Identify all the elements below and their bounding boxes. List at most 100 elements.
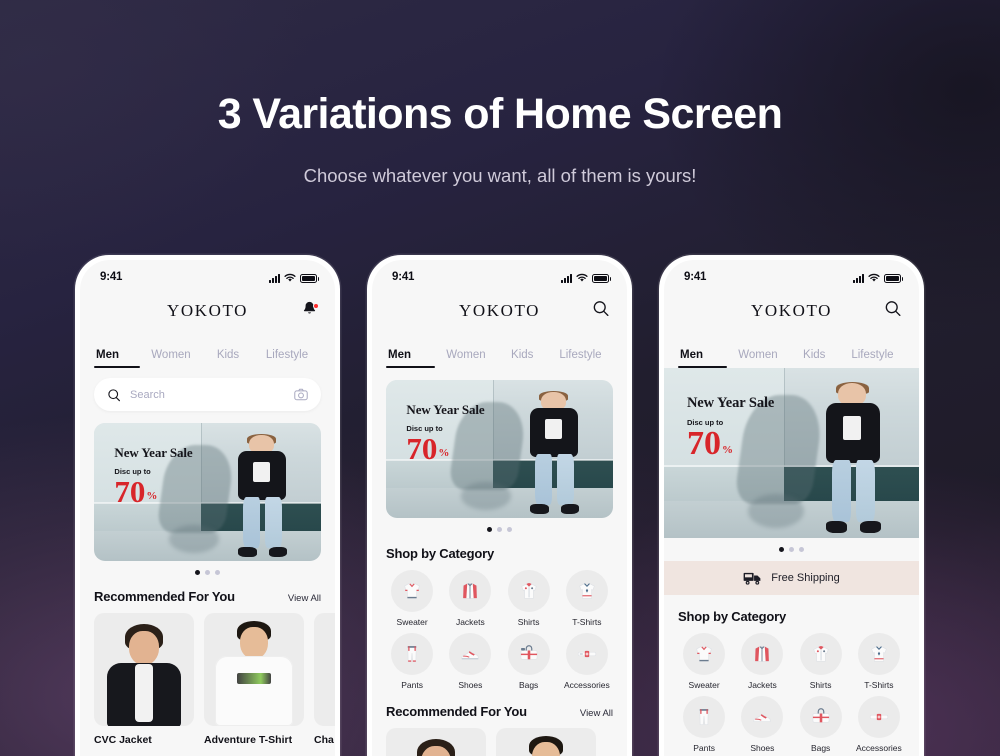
banner-text: New Year Sale Disc up to 70 % xyxy=(114,445,192,507)
promo-banner[interactable]: New Year Sale Disc up to 70 % xyxy=(94,423,321,561)
product-card[interactable]: CVC Jacket xyxy=(94,613,194,746)
product-image xyxy=(496,728,596,756)
status-icons xyxy=(561,272,611,283)
status-bar: 9:41 xyxy=(664,260,919,290)
category-label: Pants xyxy=(401,680,423,690)
category-label: Pants xyxy=(693,743,715,753)
tab-men[interactable]: Men xyxy=(94,349,140,368)
tab-men[interactable]: Men xyxy=(386,349,436,368)
category-item-jackets[interactable]: Jackets xyxy=(734,633,790,690)
category-item-accessories[interactable]: Accessories xyxy=(851,696,907,753)
product-card[interactable] xyxy=(496,728,596,756)
carousel-dot-2[interactable] xyxy=(205,570,210,575)
wifi-icon xyxy=(576,273,588,282)
recommended-view-all-link[interactable]: View All xyxy=(580,708,613,719)
search-bar[interactable]: Search xyxy=(94,378,321,411)
banner-title: New Year Sale xyxy=(406,402,485,418)
delivery-truck-icon xyxy=(743,572,761,585)
status-bar: 9:41 xyxy=(80,260,335,290)
category-item-tshirts[interactable]: T-Shirts xyxy=(559,570,615,627)
phone-variation-2: 9:41 YOKOTO Men Women Kids Lifestyle New… xyxy=(367,255,632,756)
notification-bell-icon[interactable] xyxy=(301,301,319,321)
tab-men[interactable]: Men xyxy=(678,349,728,368)
category-item-pants[interactable]: Pants xyxy=(676,696,732,753)
carousel-dot-1[interactable] xyxy=(779,547,784,552)
jacket-icon xyxy=(741,633,784,675)
product-card[interactable] xyxy=(386,728,486,756)
bag-icon xyxy=(507,633,550,675)
page-header: 3 Variations of Home Screen Choose whate… xyxy=(0,0,1000,187)
category-tabs: Men Women Kids Lifestyle xyxy=(372,332,627,368)
carousel-dot-3[interactable] xyxy=(799,547,804,552)
category-item-jackets[interactable]: Jackets xyxy=(442,570,498,627)
category-item-bags[interactable]: Bags xyxy=(793,696,849,753)
tab-lifestyle[interactable]: Lifestyle xyxy=(254,349,320,368)
category-item-tshirts[interactable]: T-Shirts xyxy=(851,633,907,690)
page-title: 3 Variations of Home Screen xyxy=(217,90,783,138)
tab-kids[interactable]: Kids xyxy=(202,349,254,368)
tab-women[interactable]: Women xyxy=(435,349,496,368)
search-input[interactable]: Search xyxy=(130,389,294,401)
category-label: Sweater xyxy=(688,680,720,690)
category-item-sweater[interactable]: Sweater xyxy=(676,633,732,690)
camera-icon[interactable] xyxy=(294,388,308,401)
cellular-signal-icon xyxy=(269,273,280,283)
promo-banner[interactable]: New Year Sale Disc up to 70 % xyxy=(386,380,613,518)
banner-discount: 70 % xyxy=(687,427,774,461)
notification-bell-button[interactable] xyxy=(301,300,319,322)
tab-women[interactable]: Women xyxy=(140,349,202,368)
phone-1-screen: 9:41 YOKOTO Men Women Kids Lifestyle Sea… xyxy=(80,260,335,756)
shirt-icon xyxy=(507,570,550,612)
search-icon[interactable] xyxy=(592,300,610,318)
category-item-shoes[interactable]: Shoes xyxy=(734,696,790,753)
tab-women[interactable]: Women xyxy=(727,349,788,368)
banner-text: New Year Sale Disc up to 70 % xyxy=(406,402,485,464)
sweater-icon xyxy=(683,633,726,675)
search-button[interactable] xyxy=(884,300,902,323)
brand-row: YOKOTO xyxy=(80,290,335,332)
category-grid: Sweater Jackets Shirts T-Shirts Pants Sh… xyxy=(372,561,627,690)
battery-icon xyxy=(300,273,319,283)
carousel-dot-1[interactable] xyxy=(195,570,200,575)
search-icon[interactable] xyxy=(884,300,902,318)
category-item-pants[interactable]: Pants xyxy=(384,633,440,690)
notification-badge xyxy=(313,303,319,309)
category-label: Jackets xyxy=(455,617,485,627)
brand-logo: YOKOTO xyxy=(750,301,833,320)
free-shipping-bar[interactable]: Free Shipping xyxy=(664,561,919,595)
category-item-shirts[interactable]: Shirts xyxy=(501,570,557,627)
battery-icon xyxy=(592,273,611,283)
carousel-dot-3[interactable] xyxy=(507,527,512,532)
category-label: T-Shirts xyxy=(864,680,894,690)
search-button[interactable] xyxy=(592,300,610,323)
category-item-sweater[interactable]: Sweater xyxy=(384,570,440,627)
carousel-dot-2[interactable] xyxy=(497,527,502,532)
carousel-dot-1[interactable] xyxy=(487,527,492,532)
tshirt-icon xyxy=(857,633,900,675)
product-name: Adventure T-Shirt xyxy=(204,734,293,746)
tab-kids[interactable]: Kids xyxy=(497,349,548,368)
tab-lifestyle[interactable]: Lifestyle xyxy=(548,349,613,368)
banner-percent-sign: % xyxy=(146,490,158,503)
promo-banner[interactable]: New Year Sale Disc up to 70 % xyxy=(664,368,919,538)
recommended-view-all-link[interactable]: View All xyxy=(288,593,321,604)
category-label: Sweater xyxy=(396,617,428,627)
category-section-header: Shop by Category xyxy=(664,595,919,624)
category-item-accessories[interactable]: Accessories xyxy=(559,633,615,690)
tab-kids[interactable]: Kids xyxy=(789,349,840,368)
product-card[interactable]: Cha xyxy=(314,613,335,746)
carousel-dots xyxy=(80,561,335,575)
category-tabs: Men Women Kids Lifestyle xyxy=(664,332,919,368)
category-label: Shirts xyxy=(517,617,540,627)
carousel-dot-3[interactable] xyxy=(215,570,220,575)
category-item-shirts[interactable]: Shirts xyxy=(793,633,849,690)
tab-lifestyle[interactable]: Lifestyle xyxy=(840,349,905,368)
category-item-bags[interactable]: Bags xyxy=(501,633,557,690)
category-label: Shoes xyxy=(750,743,775,753)
carousel-dot-2[interactable] xyxy=(789,547,794,552)
wifi-icon xyxy=(284,273,296,282)
cellular-signal-icon xyxy=(561,273,572,283)
product-card[interactable]: Adventure T-Shirt xyxy=(204,613,304,746)
category-item-shoes[interactable]: Shoes xyxy=(442,633,498,690)
brand-row: YOKOTO xyxy=(664,290,919,332)
